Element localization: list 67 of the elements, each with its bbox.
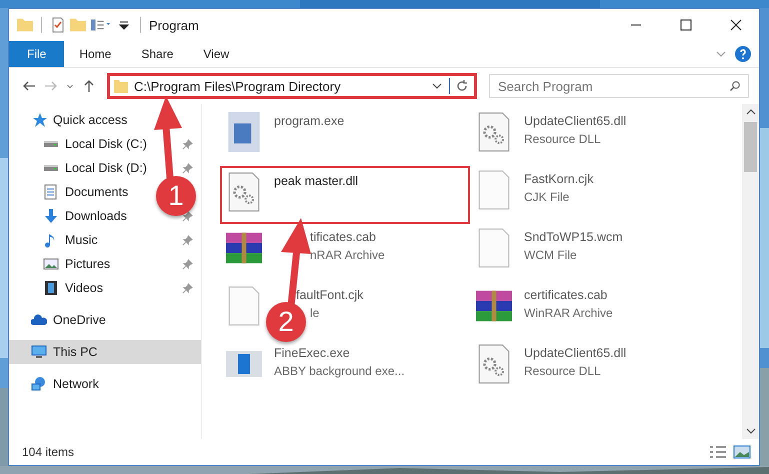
file-type: ABBY background exe... <box>274 364 405 378</box>
view-options-icon[interactable] <box>90 17 112 33</box>
file-name: peak master.dll <box>274 174 358 188</box>
search-icon <box>729 80 741 92</box>
cloud-icon <box>31 312 47 328</box>
file-type: nRAR Archive <box>310 248 385 262</box>
scrollbar[interactable] <box>742 104 759 439</box>
file-type: Resource DLL <box>524 132 602 146</box>
file-name: certificates.cab <box>524 288 608 302</box>
gear-file-icon[interactable] <box>476 344 512 384</box>
sidebar-item[interactable]: Network <box>9 372 154 396</box>
sidebar-item[interactable]: Local Disk (C:) <box>9 132 154 156</box>
window-title: Program <box>149 18 199 32</box>
sidebar-item[interactable]: This PC <box>9 340 201 364</box>
monitor-icon <box>31 344 47 360</box>
search-field[interactable]: Search Program <box>489 74 749 98</box>
star-icon <box>31 112 47 128</box>
file-name: faultFont.cjk <box>295 288 364 302</box>
file-name: UpdateClient65.dll <box>524 346 626 360</box>
pin-icon[interactable] <box>182 162 193 174</box>
ribbon-tab[interactable]: File <box>9 41 64 67</box>
file-name: program.exe <box>274 114 344 128</box>
sidebar-item[interactable]: OneDrive <box>9 308 154 332</box>
ribbon-tab[interactable]: Share <box>126 41 188 67</box>
help-icon[interactable] <box>735 46 751 62</box>
ribbon-tab[interactable]: Home <box>64 41 126 67</box>
sidebar-item[interactable]: Documents <box>9 180 154 204</box>
download-icon <box>43 208 59 224</box>
file-type: le <box>309 306 320 320</box>
file-name: UpdateClient65.dll <box>524 114 626 128</box>
gear-file-icon[interactable] <box>226 172 262 212</box>
pin-icon[interactable] <box>182 234 193 246</box>
file-name: FineExec.exe <box>274 346 351 360</box>
file-name: FastKorn.cjk <box>524 172 594 186</box>
details-view-icon[interactable] <box>709 445 727 459</box>
properties-icon[interactable] <box>50 17 66 33</box>
sidebar-item[interactable]: Local Disk (D:) <box>9 156 154 180</box>
item-count: 104 items <box>22 445 74 459</box>
film-icon <box>43 280 59 296</box>
sidebar-item[interactable]: Quick access <box>9 108 154 132</box>
folder-icon <box>114 80 128 92</box>
file-name: SndToWP15.wcm <box>524 230 623 244</box>
sidebar-item[interactable]: Pictures <box>9 252 154 276</box>
sidebar-item[interactable]: Videos <box>9 276 154 300</box>
pin-icon[interactable] <box>182 210 193 222</box>
address-bar[interactable]: C:\Program Files\Program Directory <box>107 73 477 99</box>
file-type: Resource DLL <box>524 364 602 378</box>
scroll-thumb[interactable] <box>744 122 757 172</box>
drive-icon <box>43 140 59 148</box>
refresh-icon[interactable] <box>449 78 470 94</box>
file-type: WinRAR Archive <box>524 306 613 320</box>
drive-icon <box>43 164 59 172</box>
gear-file-icon[interactable] <box>476 112 512 152</box>
file-type: CJK File <box>524 190 570 204</box>
pin-icon[interactable] <box>182 138 193 150</box>
sidebar-item[interactable]: Music <box>9 228 154 252</box>
pin-icon[interactable] <box>182 258 193 270</box>
image-icon <box>43 256 59 272</box>
file-type: WCM File <box>524 248 578 262</box>
program-icon[interactable] <box>226 112 262 152</box>
file-name: tificates.cab <box>310 230 378 244</box>
pin-icon[interactable] <box>182 282 193 294</box>
globe-icon <box>31 376 47 392</box>
ribbon-tab[interactable]: View <box>188 41 244 67</box>
large-icons-view-icon[interactable] <box>733 445 751 459</box>
document-icon <box>43 184 59 200</box>
sidebar-item[interactable]: Downloads <box>9 204 154 228</box>
